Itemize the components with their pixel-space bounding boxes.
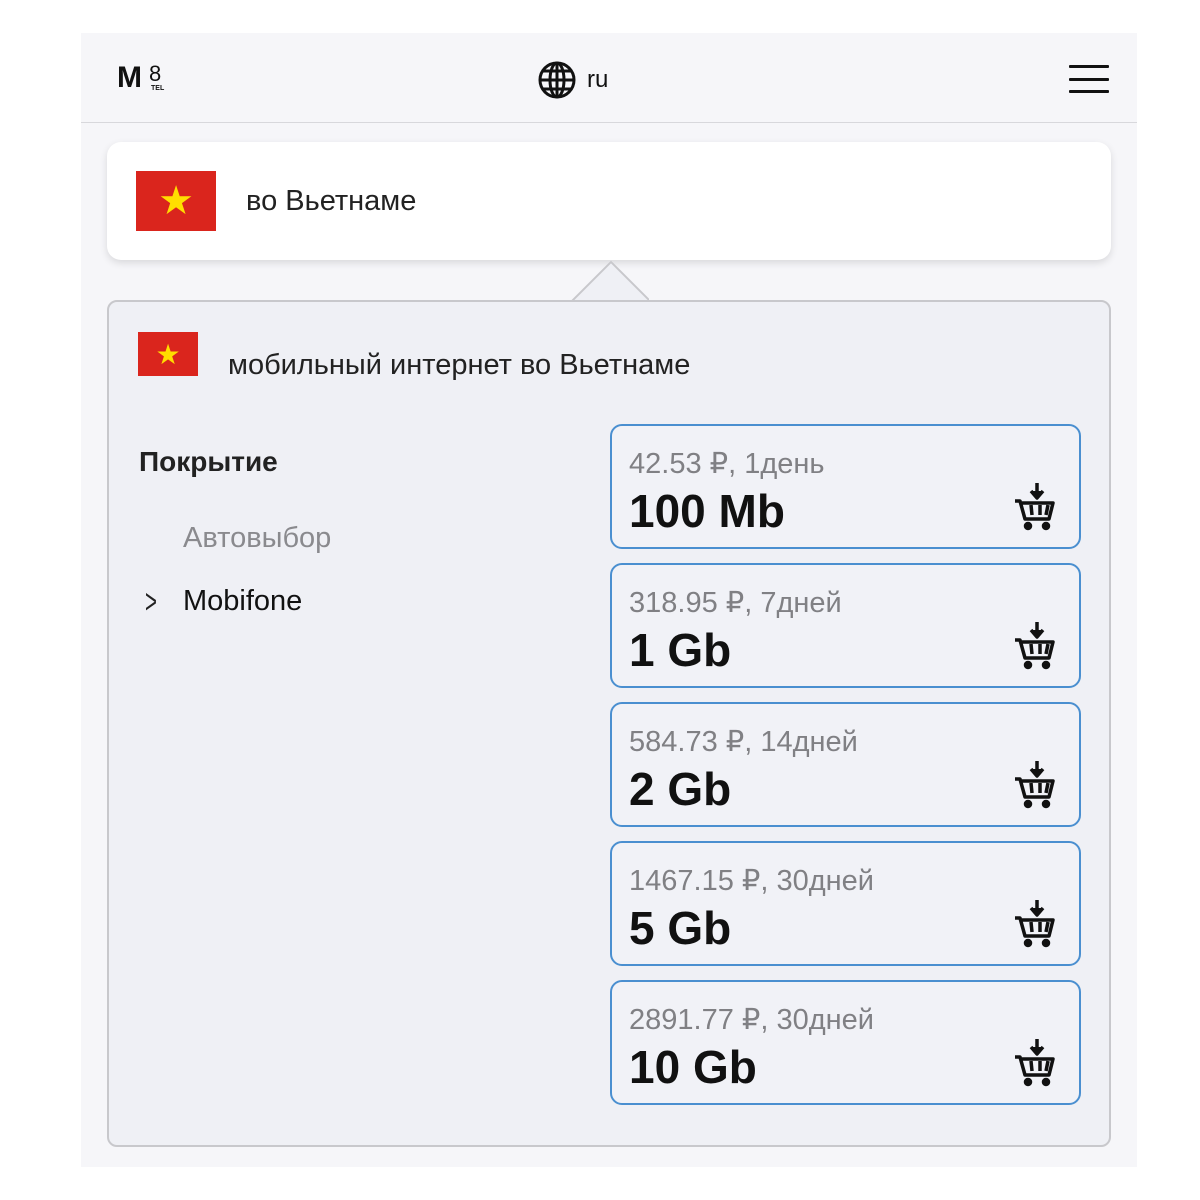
add-to-cart-icon[interactable] <box>1013 620 1057 670</box>
add-to-cart-icon[interactable] <box>1013 898 1057 948</box>
menu-icon[interactable] <box>1069 65 1109 93</box>
language-label: ru <box>587 66 609 93</box>
add-to-cart-icon[interactable] <box>1013 1037 1057 1087</box>
logo-sub: TEL <box>151 85 165 92</box>
plan-price: 42.53 ₽, 1день <box>629 448 825 480</box>
plan-card[interactable]: 42.53 ₽, 1день 100 Mb <box>610 424 1081 549</box>
plan-volume: 10 Gb <box>629 1041 757 1093</box>
plan-card[interactable]: 2891.77 ₽, 30дней 10 Gb <box>610 980 1081 1105</box>
pointer-arrow <box>569 260 649 302</box>
vietnam-flag-icon: ★ <box>136 171 216 231</box>
plan-price: 1467.15 ₽, 30дней <box>629 865 874 897</box>
logo[interactable]: M8M8TEL <box>117 61 164 95</box>
plan-volume: 1 Gb <box>629 624 732 676</box>
logo-eight: 8 <box>149 61 161 86</box>
plan-card[interactable]: 318.95 ₽, 7дней 1 Gb <box>610 563 1081 688</box>
plan-card[interactable]: 1467.15 ₽, 30дней 5 Gb <box>610 841 1081 966</box>
vietnam-flag-icon: ★ <box>138 332 198 376</box>
add-to-cart-icon[interactable] <box>1013 759 1057 809</box>
plan-card[interactable]: 584.73 ₽, 14дней 2 Gb <box>610 702 1081 827</box>
country-name: во Вьетнаме <box>246 185 417 217</box>
plans-panel: ★ мобильный интернет во Вьетнаме Покрыти… <box>107 300 1111 1147</box>
plan-volume: 5 Gb <box>629 902 732 954</box>
plan-price: 318.95 ₽, 7дней <box>629 587 842 619</box>
operator-mobifone[interactable]: Mobifone <box>183 585 302 618</box>
plan-price: 2891.77 ₽, 30дней <box>629 1004 874 1036</box>
add-to-cart-icon[interactable] <box>1013 481 1057 531</box>
language-selector[interactable]: ru <box>537 60 608 100</box>
country-selector[interactable]: ★ во Вьетнаме <box>107 142 1111 260</box>
plan-volume: 100 Mb <box>629 485 785 537</box>
coverage-heading: Покрытие <box>139 446 278 477</box>
plan-volume: 2 Gb <box>629 763 732 815</box>
operator-auto[interactable]: Автовыбор <box>183 522 331 555</box>
plan-list: 42.53 ₽, 1день 100 Mb 318.95 ₽, 7дней 1 … <box>610 424 1081 1119</box>
chevron-right-icon: > <box>144 583 157 621</box>
globe-icon <box>538 61 576 99</box>
plan-price: 584.73 ₽, 14дней <box>629 726 858 758</box>
header: M8M8TEL ru <box>81 33 1137 123</box>
panel-title: мобильный интернет во Вьетнаме <box>228 349 691 381</box>
app: M8M8TEL ru ★ во Вьетнаме ★ мобильный инт… <box>81 33 1137 1167</box>
